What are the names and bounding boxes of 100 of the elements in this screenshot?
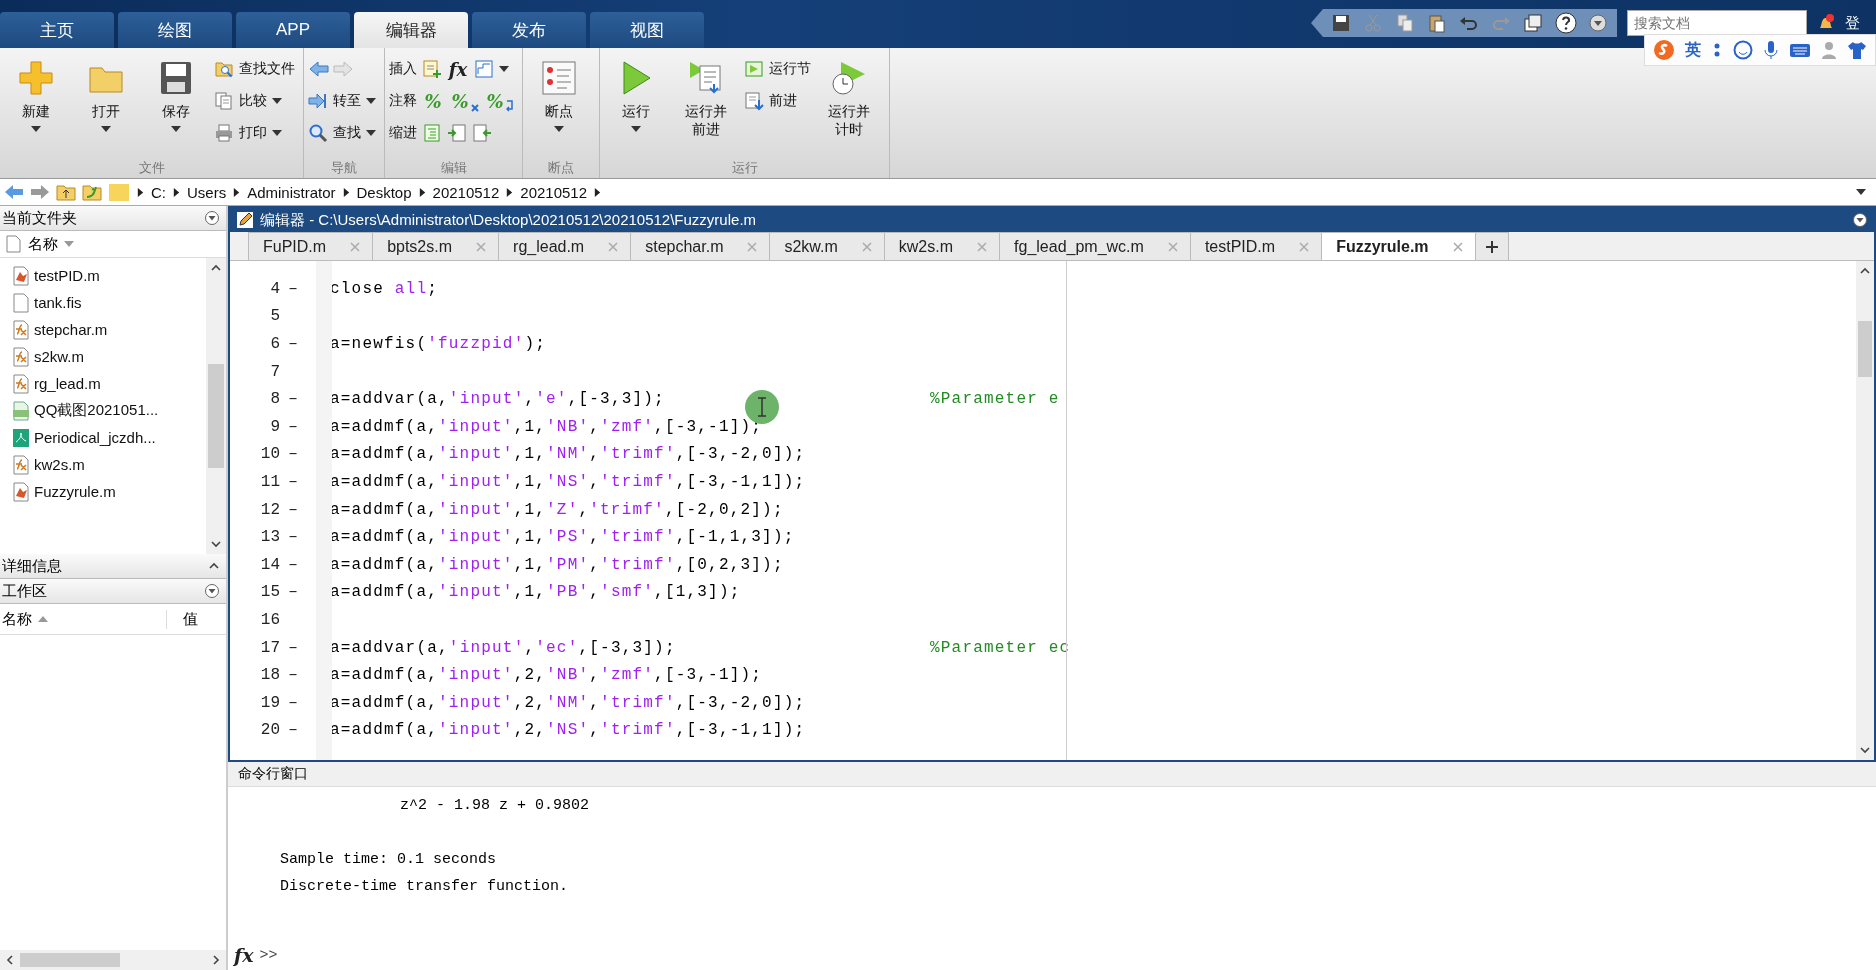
breadcrumb-separator-icon <box>593 187 603 197</box>
editor-tab[interactable]: Fuzzyrule.m <box>1321 232 1476 260</box>
ribbon-tab[interactable]: 绘图 <box>118 12 232 48</box>
ribbon-button[interactable]: 查找 <box>308 120 376 146</box>
scroll-down-icon[interactable] <box>1859 744 1871 756</box>
code-line: a=addvar(a,'input','e',[-3,3]); <box>330 390 665 409</box>
ribbon-button[interactable]: 打开 <box>74 54 138 158</box>
back-arrow-icon[interactable] <box>4 183 24 201</box>
ribbon-tab[interactable]: APP <box>236 12 350 48</box>
close-icon[interactable] <box>1452 241 1463 252</box>
ribbon-tab[interactable]: 发布 <box>472 12 586 48</box>
save-icon[interactable] <box>1331 13 1351 33</box>
command-prompt[interactable]: >> <box>259 946 278 964</box>
dropdown-icon[interactable] <box>1589 14 1607 32</box>
ribbon-button[interactable]: 断点 <box>527 54 591 158</box>
scrollbar[interactable] <box>206 258 226 554</box>
breadcrumb[interactable]: 20210512 <box>432 183 500 201</box>
breadcrumb[interactable]: Desktop <box>356 183 412 201</box>
advance-icon <box>744 91 764 111</box>
ribbon-button[interactable]: 打印 <box>214 120 295 146</box>
column-header[interactable]: 名称 <box>2 609 32 629</box>
file-item[interactable]: stepchar.m <box>0 316 206 343</box>
keyboard-icon[interactable] <box>1789 41 1811 59</box>
ribbon-group-title: 导航 <box>330 159 358 177</box>
scroll-thumb[interactable] <box>1858 321 1872 377</box>
scrollbar[interactable] <box>1856 261 1874 760</box>
line-marker: – <box>288 638 298 657</box>
editor-tab[interactable]: bpts2s.m <box>372 232 500 260</box>
ribbon-button[interactable]: 运行节 <box>744 56 811 82</box>
language-toggle[interactable]: 英 <box>1685 39 1701 61</box>
scroll-left-icon[interactable] <box>4 954 16 966</box>
new-tab-button[interactable] <box>1474 232 1509 260</box>
file-item[interactable]: tank.fis <box>0 289 206 316</box>
scroll-thumb[interactable] <box>208 364 224 468</box>
file-item[interactable]: kw2s.m <box>0 451 206 478</box>
line-marker: – <box>288 472 298 491</box>
ribbon-button[interactable]: 比较 <box>214 88 295 114</box>
file-icon <box>12 292 30 313</box>
paste-icon[interactable] <box>1427 13 1447 33</box>
editor-tab[interactable]: stepchar.m <box>630 232 771 260</box>
ribbon-button[interactable]: 运行并计时 <box>817 54 881 158</box>
code-line: a=addmf(a,'input',2,'NB','zmf',[-3,-1]); <box>330 666 763 685</box>
panel-menu-icon[interactable] <box>204 210 220 226</box>
panel-menu-icon[interactable] <box>1852 212 1868 228</box>
function-file-icon <box>12 346 30 367</box>
scrollbar[interactable] <box>0 950 226 970</box>
ribbon-icon-button[interactable]: fx <box>447 58 469 80</box>
editor-tab[interactable]: FuPID.m <box>248 232 374 260</box>
ribbon-button[interactable]: 转至 <box>308 88 376 114</box>
person-icon[interactable] <box>1821 40 1837 60</box>
ribbon-button[interactable]: 查找文件 <box>214 56 295 82</box>
scroll-thumb[interactable] <box>20 953 120 967</box>
editor-tab[interactable]: s2kw.m <box>769 232 885 260</box>
column-header[interactable]: 名称 <box>28 234 58 254</box>
breadcrumb[interactable]: Users <box>187 183 227 201</box>
ribbon-button[interactable]: 运行并前进 <box>674 54 738 158</box>
column-header[interactable]: 值 <box>166 609 226 629</box>
up-folder-icon[interactable] <box>56 183 76 201</box>
file-item[interactable]: Fuzzyrule.m <box>0 478 206 505</box>
forward-arrow-icon[interactable] <box>30 183 50 201</box>
file-item[interactable]: testPID.m <box>0 262 206 289</box>
editor-tab[interactable]: fg_lead_pm_wc.m <box>999 232 1191 260</box>
copy-icon[interactable] <box>1395 13 1415 33</box>
line-marker: – <box>288 666 298 685</box>
editor-tab[interactable]: kw2s.m <box>883 232 1001 260</box>
windows-icon[interactable] <box>1523 13 1543 33</box>
ribbon-button[interactable]: 保存 <box>144 54 208 158</box>
search-field[interactable]: 搜索文档 <box>1627 10 1807 36</box>
browse-folder-icon[interactable] <box>82 183 102 201</box>
editor-tab[interactable]: testPID.m <box>1189 232 1323 260</box>
scroll-right-icon[interactable] <box>210 954 222 966</box>
ribbon-button[interactable]: 运行 <box>604 54 668 158</box>
breadcrumb[interactable]: 20210512 <box>520 183 588 201</box>
login-text[interactable]: 登 <box>1845 13 1860 33</box>
file-item[interactable]: QQ截图2021051... <box>0 397 206 424</box>
ribbon-button[interactable]: 前进 <box>744 88 811 114</box>
microphone-icon[interactable] <box>1763 40 1779 60</box>
panel-title: 当前文件夹 <box>2 208 77 228</box>
panel-title: 命令行窗口 <box>238 765 308 783</box>
file-item[interactable]: rg_lead.m <box>0 370 206 397</box>
panel-menu-icon[interactable] <box>204 583 220 599</box>
smiley-icon[interactable] <box>1733 40 1753 60</box>
file-item[interactable]: Periodical_jczdh... <box>0 424 206 451</box>
ribbon-tab[interactable]: 主页 <box>0 12 114 48</box>
address-bar[interactable]: C: Users Administrator Desktop 20210512 20210512 <box>0 179 1876 206</box>
ribbon-row-label: 注释 <box>389 92 417 110</box>
file-item[interactable]: s2kw.m <box>0 343 206 370</box>
shirt-icon[interactable] <box>1847 40 1867 60</box>
help-icon[interactable] <box>1555 12 1577 34</box>
function-browser-button[interactable]: fx <box>234 944 254 966</box>
scroll-down-icon[interactable] <box>210 538 222 550</box>
ribbon-group-title: 运行 <box>730 159 759 177</box>
line-number: 13 <box>259 528 280 547</box>
ribbon-tab[interactable]: 编辑器 <box>354 12 468 48</box>
line-number: 8 <box>269 390 280 409</box>
editor-tab[interactable]: rg_lead.m <box>498 232 632 260</box>
breadcrumb[interactable]: Administrator <box>247 183 336 201</box>
ribbon-button[interactable]: 新建 <box>4 54 68 158</box>
breadcrumb[interactable]: C: <box>151 183 166 201</box>
ribbon-tab[interactable]: 视图 <box>590 12 704 48</box>
